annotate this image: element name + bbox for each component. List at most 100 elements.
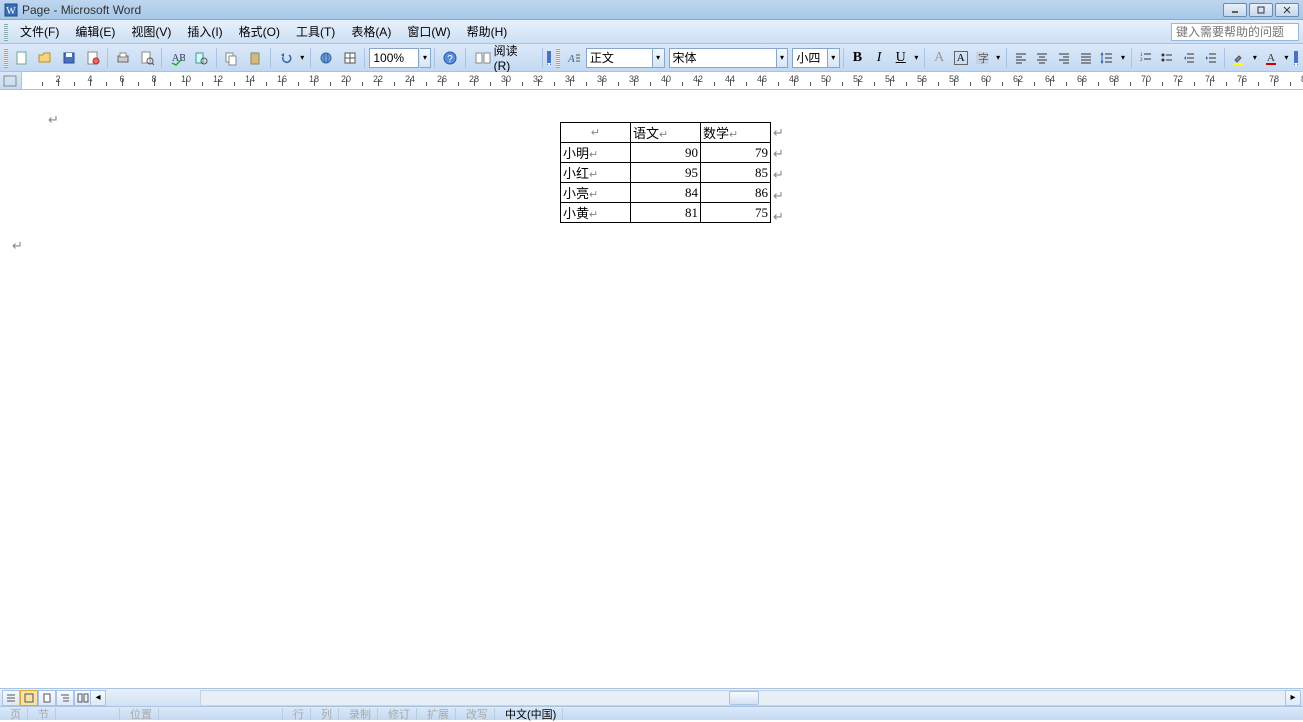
- hyperlink-button[interactable]: [315, 47, 337, 69]
- toolbar-overflow-1[interactable]: [546, 47, 552, 69]
- scroll-thumb[interactable]: [729, 691, 759, 705]
- status-ovr[interactable]: 改写: [460, 708, 495, 720]
- menu-help[interactable]: 帮助(H): [459, 21, 516, 42]
- help-button[interactable]: ?: [439, 47, 461, 69]
- undo-dropdown[interactable]: ▾: [297, 48, 307, 68]
- char-border-button[interactable]: A: [951, 48, 971, 68]
- permission-button[interactable]: [82, 47, 104, 69]
- table-cell[interactable]: 小亮↵: [561, 183, 631, 203]
- table-cell[interactable]: 小红↵: [561, 163, 631, 183]
- table-cell[interactable]: 小黄↵: [561, 203, 631, 223]
- view-print-button[interactable]: [38, 690, 56, 706]
- open-button[interactable]: [35, 47, 57, 69]
- highlight-dropdown[interactable]: ▾: [1250, 48, 1260, 68]
- char-scale-dropdown[interactable]: ▾: [993, 48, 1003, 68]
- increase-indent-button[interactable]: [1201, 48, 1221, 68]
- toolbar-overflow-2[interactable]: [1293, 47, 1299, 69]
- menu-file[interactable]: 文件(F): [12, 21, 67, 42]
- status-language[interactable]: 中文(中国): [499, 708, 563, 720]
- research-button[interactable]: [190, 47, 212, 69]
- print-button[interactable]: [112, 47, 134, 69]
- underline-button[interactable]: U: [891, 48, 911, 68]
- menu-window[interactable]: 窗口(W): [399, 21, 458, 42]
- style-dropdown[interactable]: ▾: [653, 48, 665, 68]
- toolbar-grip-1[interactable]: [4, 48, 8, 68]
- table-cell[interactable]: 81: [631, 203, 701, 223]
- italic-button[interactable]: I: [869, 48, 889, 68]
- bold-button[interactable]: B: [848, 48, 868, 68]
- emphasis-button[interactable]: A: [929, 48, 949, 68]
- table-cell[interactable]: 90: [631, 143, 701, 163]
- table-row[interactable]: 小明↵9079: [561, 143, 771, 163]
- print-preview-button[interactable]: [136, 47, 158, 69]
- underline-dropdown[interactable]: ▾: [912, 48, 922, 68]
- font-color-button[interactable]: A: [1261, 48, 1281, 68]
- scroll-right-button[interactable]: ▸: [1285, 690, 1301, 706]
- toolbar-grip-2[interactable]: [556, 48, 560, 68]
- table-row[interactable]: 小红↵9585: [561, 163, 771, 183]
- table-cell[interactable]: 75: [701, 203, 771, 223]
- styles-list-icon[interactable]: A: [563, 47, 585, 69]
- undo-button[interactable]: [275, 47, 297, 69]
- toolbar-grip[interactable]: [4, 23, 8, 41]
- data-table[interactable]: ↵语文↵数学↵小明↵9079小红↵9585小亮↵8486小黄↵8175: [560, 122, 771, 223]
- align-right-button[interactable]: [1054, 48, 1074, 68]
- font-size-dropdown[interactable]: ▾: [828, 48, 840, 68]
- help-search-input[interactable]: [1171, 23, 1299, 41]
- menu-table[interactable]: 表格(A): [343, 21, 399, 42]
- align-distributed-button[interactable]: [1076, 48, 1096, 68]
- menu-insert[interactable]: 插入(I): [179, 21, 230, 42]
- decrease-indent-button[interactable]: [1179, 48, 1199, 68]
- maximize-button[interactable]: [1249, 3, 1273, 17]
- table-cell[interactable]: 85: [701, 163, 771, 183]
- view-outline-button[interactable]: [56, 690, 74, 706]
- table-header-cell[interactable]: 数学↵: [701, 123, 771, 143]
- menu-view[interactable]: 视图(V): [123, 21, 179, 42]
- table-header-cell[interactable]: ↵: [561, 123, 631, 143]
- table-row[interactable]: 小亮↵8486: [561, 183, 771, 203]
- tables-borders-button[interactable]: [339, 47, 361, 69]
- status-ext[interactable]: 扩展: [421, 708, 456, 720]
- font-dropdown[interactable]: ▾: [777, 48, 789, 68]
- menu-edit[interactable]: 编辑(E): [67, 21, 123, 42]
- new-document-button[interactable]: [11, 47, 33, 69]
- align-center-button[interactable]: [1033, 48, 1053, 68]
- table-cell[interactable]: 84: [631, 183, 701, 203]
- view-normal-button[interactable]: [2, 690, 20, 706]
- table-cell[interactable]: 小明↵: [561, 143, 631, 163]
- spellcheck-button[interactable]: AB: [166, 47, 188, 69]
- status-rec[interactable]: 录制: [343, 708, 378, 720]
- font-color-dropdown[interactable]: ▾: [1281, 48, 1291, 68]
- paste-button[interactable]: [244, 47, 266, 69]
- reading-layout-button[interactable]: 阅读(R): [469, 47, 540, 69]
- save-button[interactable]: [58, 47, 80, 69]
- table-row[interactable]: 小黄↵8175: [561, 203, 771, 223]
- close-button[interactable]: [1275, 3, 1299, 17]
- line-spacing-dropdown[interactable]: ▾: [1118, 48, 1128, 68]
- page[interactable]: ↵ ↵语文↵数学↵小明↵9079小红↵9585小亮↵8486小黄↵8175 ↵ …: [0, 90, 1303, 688]
- copy-button[interactable]: [221, 47, 243, 69]
- minimize-button[interactable]: [1223, 3, 1247, 17]
- table-cell[interactable]: 79: [701, 143, 771, 163]
- scroll-left-button[interactable]: ◂: [90, 690, 106, 706]
- style-selector[interactable]: 正文: [586, 48, 653, 68]
- align-left-button[interactable]: [1011, 48, 1031, 68]
- highlight-button[interactable]: [1229, 48, 1249, 68]
- bullets-button[interactable]: [1158, 48, 1178, 68]
- table-cell[interactable]: 86: [701, 183, 771, 203]
- status-rev[interactable]: 修订: [382, 708, 417, 720]
- char-shading-button[interactable]: 字: [973, 48, 993, 68]
- font-selector[interactable]: 宋体: [669, 48, 777, 68]
- view-web-button[interactable]: [20, 690, 38, 706]
- menu-format[interactable]: 格式(O): [231, 21, 288, 42]
- font-size-selector[interactable]: 小四: [792, 48, 827, 68]
- numbering-button[interactable]: 12: [1136, 48, 1156, 68]
- horizontal-scrollbar[interactable]: [200, 690, 1287, 706]
- table-header-cell[interactable]: 语文↵: [631, 123, 701, 143]
- menu-tools[interactable]: 工具(T): [288, 21, 343, 42]
- table-cell[interactable]: 95: [631, 163, 701, 183]
- horizontal-ruler[interactable]: 2468101214161820222426283032343638404244…: [0, 72, 1303, 90]
- zoom-input[interactable]: 100%: [369, 48, 418, 68]
- line-spacing-button[interactable]: [1098, 48, 1118, 68]
- zoom-dropdown[interactable]: ▾: [420, 48, 432, 68]
